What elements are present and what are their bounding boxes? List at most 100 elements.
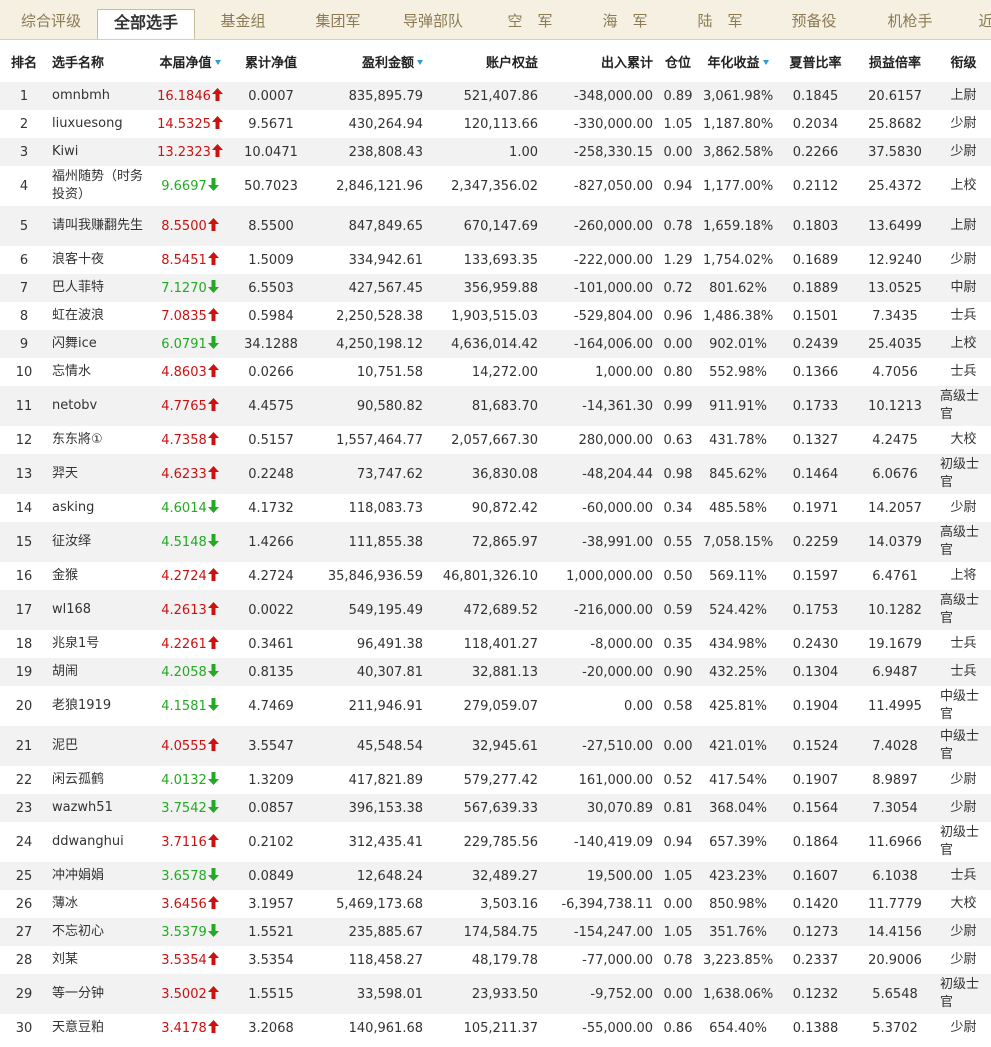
- table-row[interactable]: 28 刘某 3.5354 3.5354 118,458.27 48,179.78 -77,0…: [0, 946, 991, 974]
- cell-name[interactable]: wazwh51: [48, 794, 150, 822]
- cell-pl-ratio: 25.8682: [868, 116, 922, 132]
- table-row[interactable]: 6 浪客十夜 8.5451 1.5009 334,942.61 133,693.35 -22…: [0, 246, 991, 274]
- table-row[interactable]: 12 东东將① 4.7358 0.5157 1,557,464.77 2,057,667.…: [0, 426, 991, 454]
- cell-name[interactable]: 薄冰: [48, 890, 150, 918]
- cell-name[interactable]: 天意豆粕: [48, 1014, 150, 1042]
- table-row[interactable]: 1 omnbmh 16.1846 0.0007 835,895.79 521,407.86…: [0, 82, 991, 110]
- table-row[interactable]: 26 薄冰 3.6456 3.1957 5,469,173.68 3,503.16 -6,3…: [0, 890, 991, 918]
- table-row[interactable]: 25 冲冲娟娟 3.6578 0.0849 12,648.24 32,489.27 19,5…: [0, 862, 991, 890]
- cell-name[interactable]: 福州随势（时务投资）: [48, 166, 150, 206]
- cell-name[interactable]: liuxuesong: [48, 110, 150, 138]
- cell-rank-title: 高级士官: [940, 525, 980, 558]
- table-row[interactable]: 18 兆泉1号 4.2261 0.3461 96,491.38 118,401.27 -8,…: [0, 630, 991, 658]
- cell-pl-ratio: 25.4035: [868, 336, 922, 352]
- cell-name[interactable]: 闪舞ice: [48, 330, 150, 358]
- table-row[interactable]: 15 征汝绎 4.5148 1.4266 111,855.38 72,865.97 -38,…: [0, 522, 991, 562]
- sort-desc-icon[interactable]: [417, 59, 423, 65]
- cell-name[interactable]: 征汝绎: [48, 522, 150, 562]
- cell-name[interactable]: 虹在波浪: [48, 302, 150, 330]
- tab-4[interactable]: 导弹部队: [385, 0, 481, 39]
- cell-name[interactable]: netobv: [48, 386, 150, 426]
- table-row[interactable]: 7 巴人菲特 7.1270 6.5503 427,567.45 356,959.88 -10…: [0, 274, 991, 302]
- table-row[interactable]: 14 asking 4.6014 4.1732 118,083.73 90,872.42 -…: [0, 494, 991, 522]
- table-row[interactable]: 27 不忘初心 3.5379 1.5521 235,885.67 174,584.75 -1…: [0, 918, 991, 946]
- tab-10[interactable]: 近: [966, 0, 991, 39]
- table-row[interactable]: 30 天意豆粕 3.4178 3.2068 140,961.68 105,211.37 -5…: [0, 1014, 991, 1042]
- cell-rank-title: 士兵: [950, 868, 977, 883]
- cell-name[interactable]: 闲云孤鹤: [48, 766, 150, 794]
- tab-7[interactable]: 陆 军: [680, 0, 760, 39]
- cell-name[interactable]: 泥巴: [48, 726, 150, 766]
- table-row[interactable]: 2 liuxuesong 14.5325 9.5671 430,264.94 120,11…: [0, 110, 991, 138]
- arrow-up-icon: [211, 87, 223, 101]
- cell-name[interactable]: 请叫我赚翻先生: [48, 206, 150, 246]
- cell-position: 0.00: [663, 144, 693, 160]
- table-row[interactable]: 3 Kiwi 13.2323 10.0471 238,808.43 1.00 -258,33…: [0, 138, 991, 166]
- cell-name[interactable]: 兆泉1号: [48, 630, 150, 658]
- cell-pl-ratio: 14.2057: [868, 500, 922, 516]
- cell-rank-title: 大校: [950, 432, 977, 447]
- cell-annual: 654.40%: [709, 1020, 767, 1036]
- table-row[interactable]: 23 wazwh51 3.7542 0.0857 396,153.38 567,639.3…: [0, 794, 991, 822]
- arrow-down-icon: [207, 335, 219, 349]
- cell-profit: 334,942.61: [348, 252, 423, 268]
- cell-name[interactable]: 羿天: [48, 454, 150, 494]
- cell-name[interactable]: 巴人菲特: [48, 274, 150, 302]
- cell-name[interactable]: ddwanghui: [48, 822, 150, 862]
- table-row[interactable]: 13 羿天 4.6233 0.2248 73,747.62 36,830.08 -48,20…: [0, 454, 991, 494]
- table-row[interactable]: 10 忘情水 4.8603 0.0266 10,751.58 14,272.00 1,000…: [0, 358, 991, 386]
- cell-flow: -827,050.00: [573, 178, 653, 194]
- cell-name[interactable]: 不忘初心: [48, 918, 150, 946]
- cell-name[interactable]: 金猴: [48, 562, 150, 590]
- table-row[interactable]: 20 老狼1919 4.1581 4.7469 211,946.91 279,059.07…: [0, 686, 991, 726]
- cell-profit: 10,751.58: [356, 364, 423, 380]
- table-row[interactable]: 24 ddwanghui 3.7116 0.2102 312,435.41 229,785…: [0, 822, 991, 862]
- table-row[interactable]: 17 wl168 4.2613 0.0022 549,195.49 472,689.52 -…: [0, 590, 991, 630]
- table-row[interactable]: 9 闪舞ice 6.0791 34.1288 4,250,198.12 4,636,014…: [0, 330, 991, 358]
- table-row[interactable]: 5 请叫我赚翻先生 8.5500 8.5500 847,849.65 670,147.69…: [0, 206, 991, 246]
- cell-position: 1.05: [663, 868, 693, 884]
- cell-name[interactable]: 老狼1919: [48, 686, 150, 726]
- table-row[interactable]: 8 虹在波浪 7.0835 0.5984 2,250,528.38 1,903,515.0…: [0, 302, 991, 330]
- cell-rank: 9: [19, 336, 29, 352]
- cell-name[interactable]: 东东將①: [48, 426, 150, 454]
- tab-1[interactable]: 全部选手: [97, 9, 195, 39]
- nav-value: 4.8603: [161, 364, 207, 380]
- cell-name[interactable]: 浪客十夜: [48, 246, 150, 274]
- column-header-8[interactable]: 年化收益: [699, 40, 777, 82]
- cell-rank: 25: [15, 868, 33, 884]
- table-row[interactable]: 16 金猴 4.2724 4.2724 35,846,936.59 46,801,326.…: [0, 562, 991, 590]
- cell-name[interactable]: omnbmh: [48, 82, 150, 110]
- table-row[interactable]: 19 胡闹 4.2058 0.8135 40,307.81 32,881.13 -20,00…: [0, 658, 991, 686]
- tab-5[interactable]: 空 军: [490, 0, 570, 39]
- table-row[interactable]: 22 闲云孤鹤 4.0132 1.3209 417,821.89 579,277.42 16…: [0, 766, 991, 794]
- cell-name[interactable]: Kiwi: [48, 138, 150, 166]
- cell-profit: 73,747.62: [356, 466, 423, 482]
- cell-equity: 81,683.70: [471, 398, 538, 414]
- cell-position: 0.78: [663, 952, 693, 968]
- sort-desc-icon[interactable]: [214, 59, 221, 65]
- column-header-4[interactable]: 盈利金额: [312, 40, 427, 82]
- cell-nav: 4.8603: [150, 358, 230, 386]
- cell-name[interactable]: 胡闹: [48, 658, 150, 686]
- table-row[interactable]: 11 netobv 4.7765 4.4575 90,580.82 81,683.70 -1…: [0, 386, 991, 426]
- cell-annual: 850.98%: [709, 896, 767, 912]
- tab-9[interactable]: 机枪手: [862, 0, 958, 39]
- tab-3[interactable]: 集团军: [295, 0, 381, 39]
- cell-name[interactable]: wl168: [48, 590, 150, 630]
- table-row[interactable]: 29 等一分钟 3.5002 1.5515 33,598.01 23,933.50 -9,7…: [0, 974, 991, 1014]
- tab-0[interactable]: 综合评级: [6, 0, 96, 39]
- tab-8[interactable]: 预备役: [768, 0, 860, 39]
- table-row[interactable]: 21 泥巴 4.0555 3.5547 45,548.54 32,945.61 -27,51…: [0, 726, 991, 766]
- column-header-2[interactable]: 本届净值: [150, 40, 230, 82]
- cell-name[interactable]: asking: [48, 494, 150, 522]
- tab-2[interactable]: 基金组: [200, 0, 286, 39]
- tab-6[interactable]: 海 军: [580, 0, 670, 39]
- column-header-label: 出入累计: [600, 55, 653, 71]
- cell-name[interactable]: 冲冲娟娟: [48, 862, 150, 890]
- table-row[interactable]: 4 福州随势（时务投资） 9.6697 50.7023 2,846,121.96 2,34…: [0, 166, 991, 206]
- cell-name[interactable]: 等一分钟: [48, 974, 150, 1014]
- cell-name[interactable]: 忘情水: [48, 358, 150, 386]
- sort-desc-icon[interactable]: [762, 59, 769, 65]
- cell-name[interactable]: 刘某: [48, 946, 150, 974]
